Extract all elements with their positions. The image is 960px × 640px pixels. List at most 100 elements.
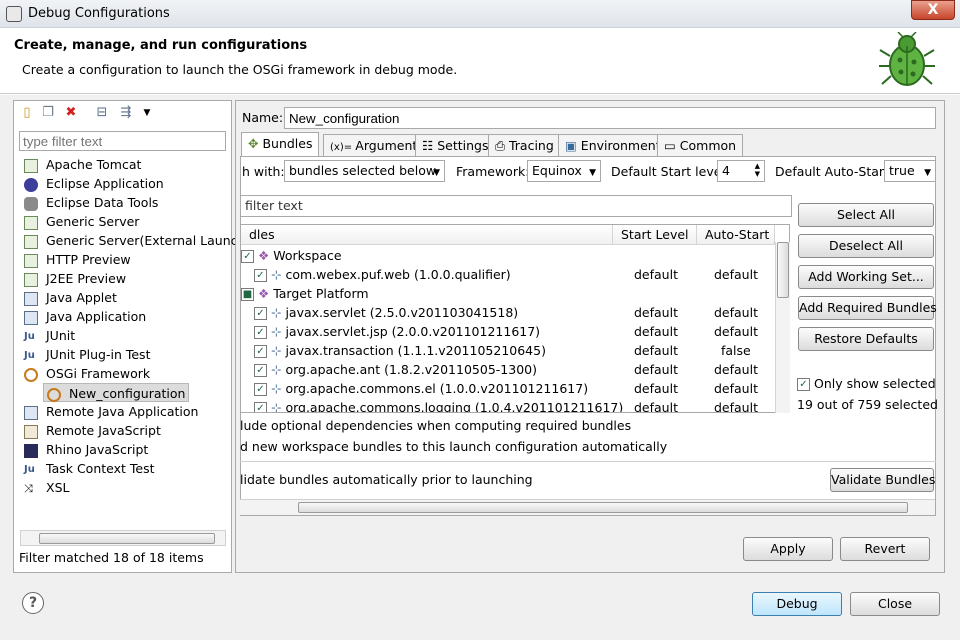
tree-item-java-application[interactable]: Java Application (24, 307, 146, 326)
arguments-tab-icon: (x)= (330, 142, 356, 153)
bundles-vertical-scrollbar[interactable] (775, 242, 790, 413)
tab-settings[interactable]: ☷ Settings (415, 134, 496, 156)
framework-label: Framework: (456, 164, 530, 179)
bundles-table: dles Start Level Auto-Start ✓ ❖ Workspac… (240, 224, 790, 413)
tree-item-http-preview[interactable]: HTTP Preview (24, 250, 131, 269)
validate-auto-checkbox[interactable]: lidate bundles automatically prior to la… (240, 472, 533, 487)
framework-combo[interactable]: Equinox ▼ (527, 160, 601, 182)
checkbox[interactable]: ✓ (254, 307, 267, 320)
bundle-filter-input[interactable]: filter text (240, 195, 792, 217)
tree-item-new-configuration[interactable]: New_configuration (43, 383, 190, 402)
filter-status: Filter matched 18 of 18 items (19, 550, 204, 565)
bug-icon (879, 32, 935, 86)
tree-item-remote-java-application[interactable]: Remote Java Application (24, 402, 198, 421)
debug-button[interactable]: Debug (752, 592, 842, 616)
collapse-all-icon[interactable]: ⊟ (94, 105, 110, 121)
checkbox[interactable]: ✓ (254, 383, 267, 396)
tab-common[interactable]: ▭ Common (657, 134, 744, 156)
launch-with-combo[interactable]: bundles selected below ▼ (284, 160, 445, 182)
checkbox[interactable]: ✓ (797, 378, 810, 391)
tree-item-generic-server-external[interactable]: Generic Server(External Launch) (24, 231, 250, 250)
selected-count: 19 out of 759 selected (797, 397, 938, 412)
apply-button[interactable]: Apply (743, 537, 833, 561)
scroll-thumb[interactable] (298, 502, 908, 513)
tree-item-apache-tomcat[interactable]: Apache Tomcat (24, 155, 141, 174)
database-icon (24, 196, 38, 211)
deselect-all-button[interactable]: Deselect All (798, 234, 934, 258)
left-horizontal-scrollbar[interactable] (20, 530, 226, 546)
settings-tab-icon: ☷ (422, 138, 438, 153)
checkbox[interactable]: ✓ (254, 364, 267, 377)
table-row[interactable]: ✓ ⊹ javax.servlet.jsp (2.0.0.v2011012116… (241, 322, 789, 341)
close-button[interactable]: Close (850, 592, 940, 616)
tab-bundles[interactable]: ✥ Bundles (241, 132, 320, 157)
tree-item-eclipse-application[interactable]: Eclipse Application (24, 174, 164, 193)
scroll-thumb[interactable] (39, 533, 215, 544)
tree-item-task-context-test[interactable]: Ju Task Context Test (24, 459, 155, 478)
tree-item-osgi-framework[interactable]: OSGi Framework (24, 364, 150, 383)
start-level-spinner[interactable]: 4 ▲ ▼ (717, 160, 765, 182)
tab-horizontal-scrollbar[interactable] (240, 499, 935, 515)
table-row[interactable]: ✓ ⊹ org.apache.commons.logging (1.0.4.v2… (241, 398, 789, 412)
tree-item-j2ee-preview[interactable]: J2EE Preview (24, 269, 126, 288)
auto-start-combo[interactable]: true ▼ (884, 160, 936, 182)
table-row[interactable]: ✓ ❖ Workspace (241, 246, 789, 265)
table-row[interactable]: ✓ ⊹ com.webex.puf.web (1.0.0.qualifier) … (241, 265, 789, 284)
title-bar: Debug Configurations (0, 0, 960, 28)
column-header-bundles[interactable]: dles (241, 225, 613, 245)
tree-item-junit[interactable]: Ju JUnit (24, 326, 75, 345)
tree-item-generic-server[interactable]: Generic Server (24, 212, 139, 231)
checkbox[interactable]: ■ (241, 288, 254, 301)
restore-defaults-button[interactable]: Restore Defaults (798, 327, 934, 351)
only-show-selected-checkbox[interactable]: ✓ Only show selected (797, 376, 936, 391)
common-tab-icon: ▭ (664, 138, 680, 153)
delete-icon[interactable]: ✖ (63, 105, 79, 121)
config-filter-input[interactable] (19, 131, 226, 151)
add-new-workspace-checkbox[interactable]: d new workspace bundles to this launch c… (240, 439, 667, 454)
window-close-button[interactable]: X (911, 0, 955, 20)
add-required-bundles-button[interactable]: Add Required Bundles (798, 296, 937, 320)
scroll-thumb[interactable] (777, 242, 789, 298)
config-name-input[interactable] (284, 107, 936, 129)
spinner-arrows-icon[interactable]: ▲ ▼ (755, 162, 760, 178)
filter-icon[interactable]: ⇶ (118, 105, 134, 121)
tree-item-remote-javascript[interactable]: Remote JavaScript (24, 421, 161, 440)
validate-bundles-button[interactable]: Validate Bundles (830, 468, 935, 492)
help-icon[interactable]: ? (22, 592, 44, 614)
new-config-icon[interactable]: ▯ (19, 105, 35, 121)
checkbox[interactable]: ✓ (254, 345, 267, 358)
tree-item-rhino-javascript[interactable]: Rhino JavaScript (24, 440, 148, 459)
include-optional-checkbox[interactable]: lude optional dependencies when computin… (240, 418, 631, 433)
server-icon (24, 253, 38, 268)
table-row[interactable]: ✓ ⊹ org.apache.ant (1.8.2.v20110505-1300… (241, 360, 789, 379)
table-row[interactable]: ✓ ⊹ org.apache.commons.el (1.0.0.v201101… (241, 379, 789, 398)
launch-with-label: h with: (242, 164, 285, 179)
tree-item-xsl[interactable]: ⤨ XSL (24, 478, 69, 497)
tree-item-junit-plugin-test[interactable]: Ju JUnit Plug-in Test (24, 345, 150, 364)
duplicate-icon[interactable]: ❐ (40, 105, 56, 121)
plugin-icon: ⊹ (270, 305, 282, 320)
plugin-icon: ⊹ (270, 343, 282, 358)
column-header-auto-start[interactable]: Auto-Start (697, 225, 775, 245)
table-row[interactable]: ✓ ⊹ javax.servlet (2.5.0.v201103041518) … (241, 303, 789, 322)
chevron-down-icon[interactable]: ▼ (139, 105, 155, 121)
revert-button[interactable]: Revert (840, 537, 930, 561)
auto-start-label: Default Auto-Start: (775, 164, 894, 179)
table-row[interactable]: ✓ ⊹ javax.transaction (1.1.1.v2011052106… (241, 341, 789, 360)
column-header-start-level[interactable]: Start Level (613, 225, 697, 245)
tree-item-java-applet[interactable]: Java Applet (24, 288, 117, 307)
checkbox[interactable]: ✓ (254, 402, 267, 412)
server-icon (24, 272, 38, 287)
applet-icon (24, 291, 38, 306)
tree-item-eclipse-data-tools[interactable]: Eclipse Data Tools (24, 193, 158, 212)
osgi-icon (24, 367, 38, 382)
tab-tracing[interactable]: ⎙ Tracing (488, 134, 561, 156)
checkbox[interactable]: ✓ (241, 250, 254, 263)
table-row[interactable]: ■ ❖ Target Platform (241, 284, 789, 303)
workspace-group-icon: ❖ (257, 248, 270, 263)
checkbox[interactable]: ✓ (254, 326, 267, 339)
select-all-button[interactable]: Select All (798, 203, 934, 227)
checkbox[interactable]: ✓ (254, 269, 267, 282)
add-working-set-button[interactable]: Add Working Set... (798, 265, 934, 289)
tab-environment[interactable]: ▣ Environment (558, 134, 668, 156)
